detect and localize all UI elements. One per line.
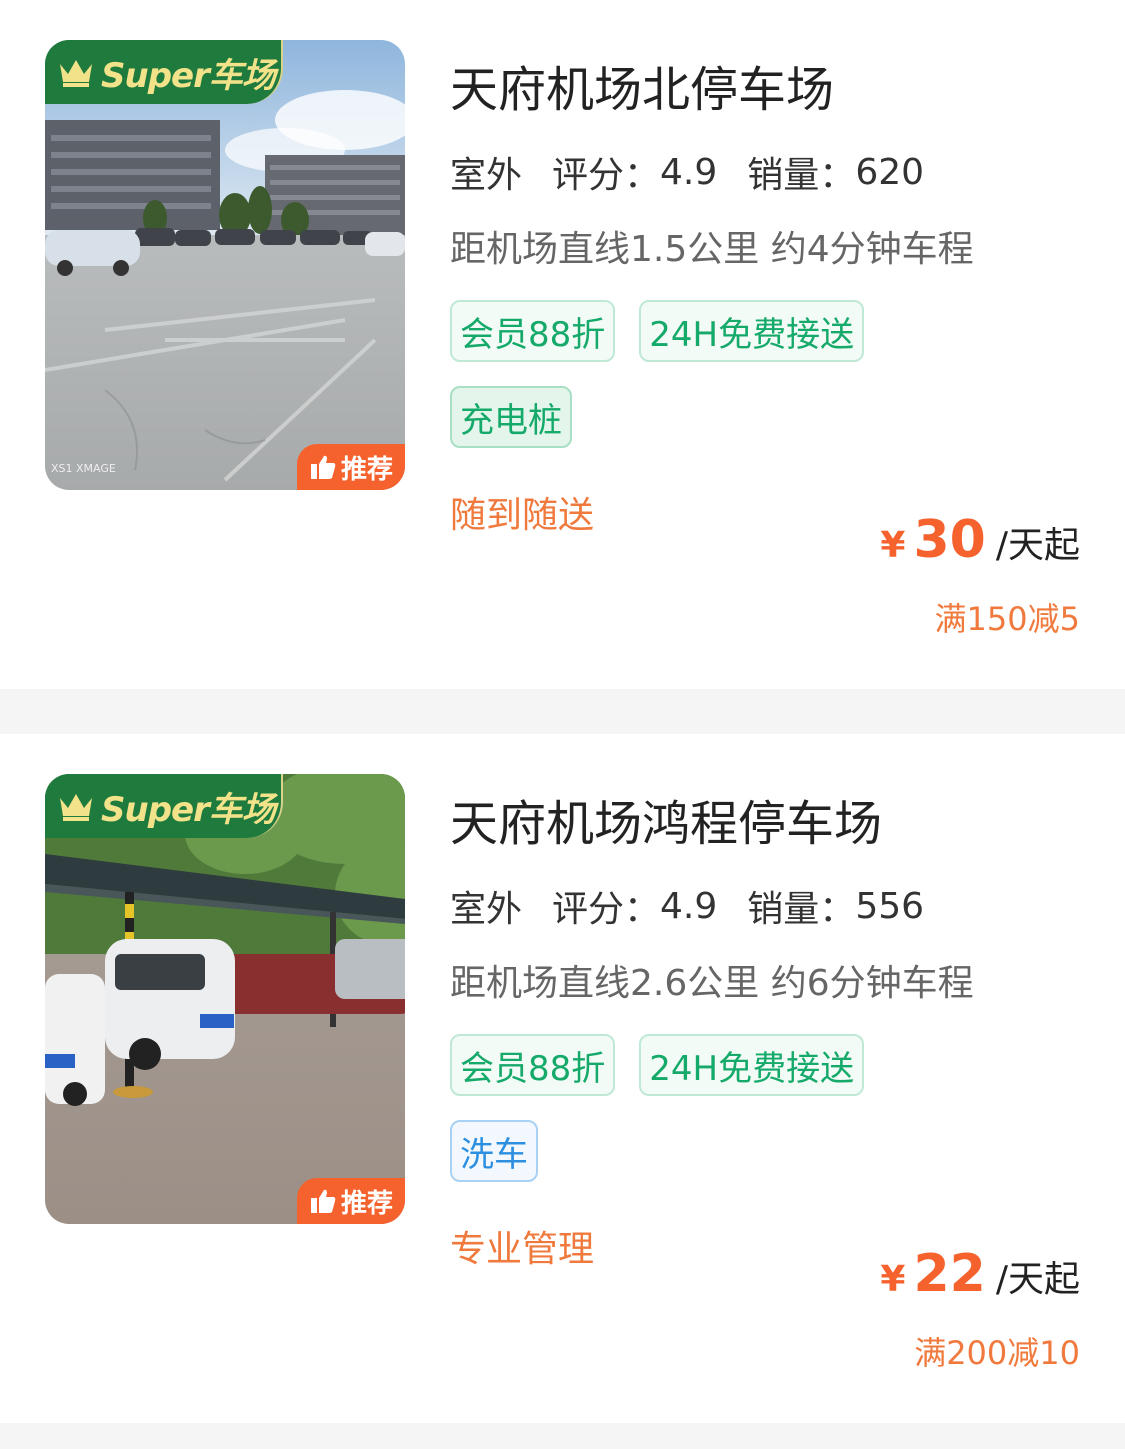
rating-value: 4.9: [660, 885, 718, 927]
crown-icon: [60, 60, 92, 87]
tag-charging-pile: 充电桩: [450, 386, 572, 448]
tag-car-wash: 洗车: [450, 1120, 538, 1182]
parking-lot-name[interactable]: 天府机场北停车场: [450, 50, 834, 120]
environment-label: 室外: [447, 880, 527, 940]
parking-lot-card[interactable]: XS1 XMAGE Super车场 推荐 天府机场北停车场 室外 评分： 4.9…: [0, 0, 1125, 689]
environment-label: 室外: [447, 146, 527, 206]
rating-value: 4.9: [660, 151, 718, 193]
super-lot-badge: Super车场: [45, 40, 283, 104]
rating-label: 评分：: [552, 155, 661, 196]
service-tags: 会员88折 24H免费接送 洗车: [450, 1034, 910, 1182]
super-lot-badge: Super车场: [45, 774, 283, 838]
tag-member-discount: 会员88折: [450, 300, 616, 362]
parking-lot-name[interactable]: 天府机场鸿程停车场: [450, 784, 882, 854]
parking-lot-meta: 室外 评分： 4.9 销量： 556: [447, 880, 925, 940]
parking-lot-card[interactable]: Super车场 推荐 天府机场鸿程停车场 室外 评分： 4.9 销量： 556 …: [0, 734, 1125, 1423]
price-unit: /天起: [995, 525, 1080, 566]
parking-lot-list: XS1 XMAGE Super车场 推荐 天府机场北停车场 室外 评分： 4.9…: [0, 0, 1125, 1423]
recommend-badge: 推荐: [297, 444, 405, 490]
price: ¥ 22 /天起: [880, 1244, 1080, 1304]
price: ¥ 30 /天起: [880, 510, 1080, 570]
tag-free-shuttle: 24H免费接送: [639, 300, 865, 362]
parking-lot-photo[interactable]: XS1 XMAGE Super车场 推荐: [45, 40, 405, 490]
service-slogan: 专业管理: [450, 1229, 595, 1270]
service-tags: 会员88折 24H免费接送 充电桩: [450, 300, 910, 448]
price-amount: 22: [913, 1244, 986, 1304]
sales-label: 销量：: [747, 889, 856, 930]
photo-watermark: XS1 XMAGE: [51, 462, 116, 475]
service-slogan: 随到随送: [450, 495, 595, 536]
recommend-label: 推荐: [340, 1188, 393, 1219]
sales-value: 556: [855, 885, 925, 927]
parking-lot-photo[interactable]: Super车场 推荐: [45, 774, 405, 1224]
tag-member-discount: 会员88折: [450, 1034, 616, 1096]
parking-lot-meta: 室外 评分： 4.9 销量： 620: [447, 146, 925, 206]
currency-symbol: ¥: [880, 525, 906, 566]
rating-label: 评分：: [552, 889, 661, 930]
price-unit: /天起: [995, 1259, 1080, 1300]
super-badge-label: Super车场: [101, 55, 276, 96]
distance-text: 距机场直线2.6公里 约6分钟车程: [450, 963, 974, 1004]
sales-value: 620: [855, 151, 925, 193]
distance-text: 距机场直线1.5公里 约4分钟车程: [450, 229, 974, 270]
recommend-label: 推荐: [340, 454, 393, 485]
thumbs-up-icon: [310, 455, 336, 479]
sales-label: 销量：: [747, 155, 856, 196]
currency-symbol: ¥: [880, 1259, 906, 1300]
tag-free-shuttle: 24H免费接送: [639, 1034, 865, 1096]
price-amount: 30: [913, 510, 986, 570]
parking-lot-photo-image: XS1 XMAGE: [45, 40, 405, 490]
thumbs-up-icon: [310, 1189, 336, 1213]
crown-icon: [60, 794, 92, 821]
super-badge-label: Super车场: [101, 789, 276, 830]
discount-promo: 满200减10: [914, 1334, 1080, 1372]
parking-lot-photo-image: [45, 774, 405, 1224]
recommend-badge: 推荐: [297, 1178, 405, 1224]
discount-promo: 满150减5: [934, 600, 1080, 638]
